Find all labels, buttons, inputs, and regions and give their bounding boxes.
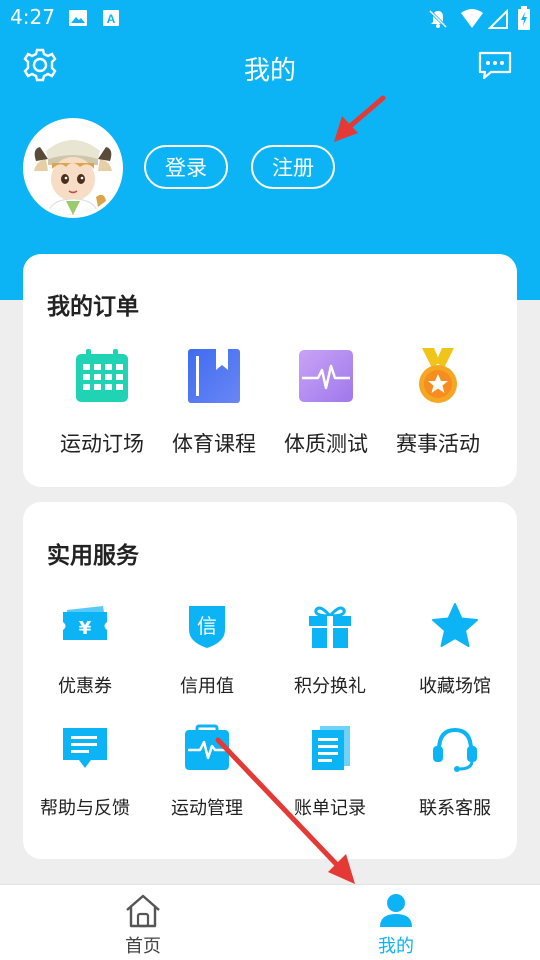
register-button[interactable]: 注册 (251, 145, 335, 189)
message-icon[interactable] (477, 50, 513, 86)
status-time: 4:27 (10, 5, 55, 29)
service-item-label: 收藏场馆 (419, 676, 491, 697)
order-item-label: 体育课程 (172, 432, 256, 456)
service-item-label: 优惠券 (58, 676, 112, 697)
service-item-favorite-venues[interactable]: 收藏场馆 (393, 602, 517, 712)
nav-label: 我的 (378, 936, 414, 957)
order-item-label: 运动订场 (60, 432, 144, 456)
service-item-credit[interactable]: 信 信用值 (145, 602, 269, 712)
battery-charging-icon (518, 6, 530, 34)
signal-icon (487, 8, 508, 33)
service-item-label: 帮助与反馈 (40, 798, 130, 819)
service-item-label: 账单记录 (294, 798, 366, 819)
bottom-nav: 首页 我的 (0, 884, 540, 960)
nav-label: 首页 (125, 936, 161, 957)
svg-text:信: 信 (197, 614, 217, 638)
medal-icon (410, 348, 466, 404)
order-item-label: 体质测试 (284, 432, 368, 456)
home-icon (123, 893, 163, 933)
order-item-events[interactable]: 赛事活动 (376, 346, 500, 466)
bell-off-icon (428, 9, 448, 33)
clipboard-pulse-icon (183, 724, 231, 772)
service-item-label: 联系客服 (419, 798, 491, 819)
nav-item-home[interactable]: 首页 (8, 885, 278, 960)
svg-text:¥: ¥ (79, 618, 92, 639)
book-icon (186, 348, 242, 404)
status-bar: 4:27 A (0, 0, 540, 36)
service-item-label: 运动管理 (171, 798, 243, 819)
svg-text:A: A (107, 12, 116, 26)
wifi-icon (460, 9, 484, 33)
service-item-help-feedback[interactable]: 帮助与反馈 (23, 724, 147, 834)
service-item-label: 积分换礼 (294, 676, 366, 697)
title-bar: 我的 (0, 40, 540, 94)
service-item-coupon[interactable]: ¥ 优惠券 (23, 602, 147, 712)
headset-icon (431, 724, 479, 772)
order-item-sports-course[interactable]: 体育课程 (152, 346, 276, 466)
image-icon (68, 9, 88, 31)
pulse-icon (298, 348, 354, 404)
service-item-bill-records[interactable]: 账单记录 (268, 724, 392, 834)
services-title: 实用服务 (47, 543, 139, 569)
login-button[interactable]: 登录 (144, 145, 228, 189)
order-item-fitness-test[interactable]: 体质测试 (264, 346, 388, 466)
document-icon (306, 724, 354, 772)
calendar-icon (74, 348, 130, 404)
order-item-venue-booking[interactable]: 运动订场 (40, 346, 164, 466)
gift-icon (306, 602, 354, 650)
credit-shield-icon: 信 (183, 602, 231, 650)
nav-item-mine[interactable]: 我的 (261, 885, 531, 960)
page-title: 我的 (243, 56, 296, 86)
service-item-points-gift[interactable]: 积分换礼 (268, 602, 392, 712)
chat-feedback-icon (61, 724, 109, 772)
a-icon: A (102, 9, 120, 31)
orders-title: 我的订单 (47, 294, 139, 320)
coupon-icon: ¥ (61, 602, 109, 650)
service-item-customer-service[interactable]: 联系客服 (393, 724, 517, 834)
service-item-label: 信用值 (180, 676, 234, 697)
order-item-label: 赛事活动 (396, 432, 480, 456)
service-item-sports-management[interactable]: 运动管理 (145, 724, 269, 834)
avatar[interactable] (23, 118, 123, 218)
orders-card: 我的订单 运动订场 体育课程 体质测试 赛事活动 (23, 254, 517, 487)
user-icon (378, 893, 414, 933)
services-card: 实用服务 ¥ 优惠券 信 信用值 积分换礼 收藏场馆 帮助与反馈 运动管理 账单… (23, 502, 517, 859)
star-icon (431, 602, 479, 650)
